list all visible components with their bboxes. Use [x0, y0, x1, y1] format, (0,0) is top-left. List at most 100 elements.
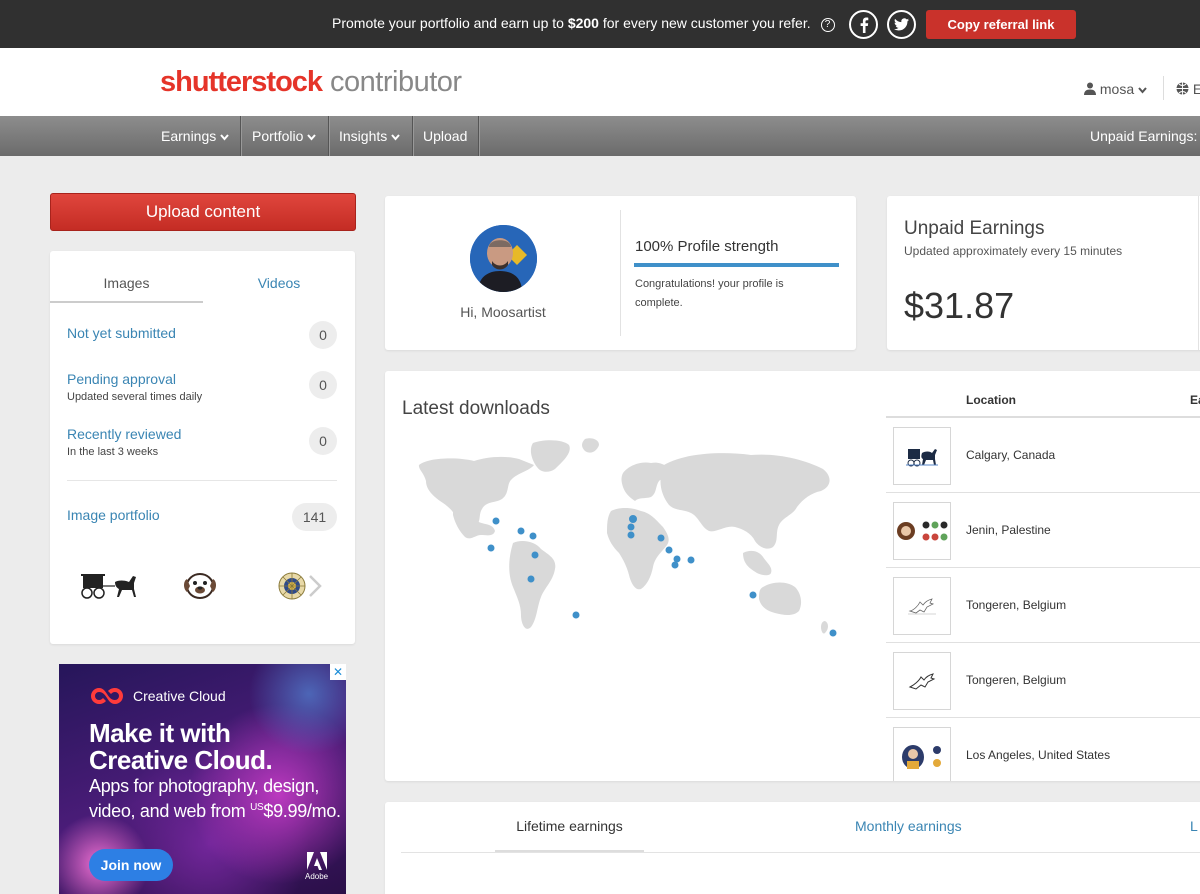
ad-price: $9.99/mo.: [263, 801, 341, 821]
pending-approval-link[interactable]: Pending approval: [67, 371, 337, 387]
tab-lifetime-earnings[interactable]: Lifetime earnings: [495, 802, 644, 853]
unpaid-divider: [1198, 196, 1199, 350]
chevron-right-icon[interactable]: [308, 574, 322, 603]
not-yet-submitted-link[interactable]: Not yet submitted: [67, 325, 337, 341]
map-dot[interactable]: [531, 551, 539, 559]
map-dot[interactable]: [572, 611, 580, 619]
profile-divider: [620, 210, 621, 336]
recently-reviewed-link[interactable]: Recently reviewed: [67, 426, 337, 442]
download-thumbnail[interactable]: [893, 652, 951, 710]
download-thumbnail[interactable]: [893, 502, 951, 560]
adobe-icon: [306, 852, 327, 870]
map-dot[interactable]: [665, 546, 673, 554]
promo-text: Promote your portfolio and earn up to $2…: [332, 15, 835, 32]
portfolio-summary-card: Images Videos Not yet submitted 0 Pendin…: [50, 251, 355, 644]
profile-strength-bar: [634, 263, 839, 267]
map-dot[interactable]: [687, 556, 695, 564]
nav-upload[interactable]: Upload: [413, 116, 479, 156]
table-row[interactable]: Tongeren, Belgium: [886, 568, 1200, 643]
profile-strength-fill: [634, 263, 839, 267]
map-dot[interactable]: [487, 544, 495, 552]
nav-portfolio[interactable]: Portfolio: [241, 116, 329, 156]
map-dot[interactable]: [529, 532, 537, 540]
map-dot[interactable]: [517, 527, 525, 535]
map-dot[interactable]: [673, 555, 681, 563]
globe-icon: [1176, 82, 1189, 95]
thumbnail-dog-face[interactable]: [180, 568, 220, 604]
tab-videos[interactable]: Videos: [203, 251, 355, 303]
nav-unpaid-earnings[interactable]: Unpaid Earnings: $: [1090, 116, 1200, 156]
nav-insights[interactable]: Insights: [329, 116, 413, 156]
download-thumbnail[interactable]: [893, 427, 951, 485]
twitter-icon[interactable]: [887, 10, 916, 39]
chevron-down-icon: [391, 134, 400, 141]
map-dot[interactable]: [671, 561, 679, 569]
map-dot[interactable]: [657, 534, 665, 542]
table-row[interactable]: Jenin, Palestine: [886, 493, 1200, 568]
map-dot[interactable]: [629, 515, 637, 523]
ad-body-prefix: video, and web from: [89, 801, 251, 821]
stat-image-portfolio: Image portfolio 141: [67, 503, 337, 531]
ad-headline: Make it with Creative Cloud.: [89, 720, 273, 775]
tab-more-earnings[interactable]: L: [1190, 802, 1198, 850]
map-dot[interactable]: [749, 591, 757, 599]
header-divider: [1163, 76, 1164, 100]
download-thumbnail[interactable]: [893, 577, 951, 635]
table-row[interactable]: Calgary, Canada: [886, 418, 1200, 493]
creative-cloud-icon: [91, 688, 123, 704]
tab-images[interactable]: Images: [50, 251, 203, 303]
map-dot[interactable]: [627, 523, 635, 531]
username: mosa: [1099, 81, 1135, 97]
table-row[interactable]: Tongeren, Belgium: [886, 643, 1200, 718]
logo-sub: contributor: [330, 66, 462, 98]
promo-amount: $200: [567, 15, 599, 31]
avatar[interactable]: [470, 225, 537, 292]
stat-recently-reviewed: Recently reviewed In the last 3 weeks 0: [67, 426, 337, 458]
recently-reviewed-sub: In the last 3 weeks: [67, 446, 159, 458]
nav-portfolio-label: Portfolio: [252, 128, 304, 144]
join-now-button[interactable]: Join now: [89, 849, 173, 881]
promo-text-after: for every new customer you refer.: [598, 15, 811, 31]
language-selector[interactable]: E: [1176, 81, 1200, 97]
ad-close-icon[interactable]: ✕: [330, 664, 346, 680]
nav-earnings[interactable]: Earnings: [150, 116, 241, 156]
ad-body-line-2: video, and web from US$9.99/mo.: [89, 797, 341, 822]
earnings-tabs-line: [401, 852, 1200, 853]
thumbnail-ornament[interactable]: [276, 568, 308, 604]
ad-headline-line-2: Creative Cloud.: [89, 745, 273, 775]
shutterstock-logo[interactable]: shutterstock contributor: [160, 66, 462, 99]
map-dot[interactable]: [492, 517, 500, 525]
map-dot[interactable]: [627, 531, 635, 539]
stat-divider: [67, 480, 337, 481]
map-dot[interactable]: [527, 575, 535, 583]
thumbnail-horse-carriage[interactable]: [80, 568, 140, 604]
question-circle-icon[interactable]: ?: [820, 18, 835, 32]
unpaid-earnings-amount: $31.87: [904, 285, 1015, 326]
table-row[interactable]: Los Angeles, United States: [886, 718, 1200, 781]
facebook-icon[interactable]: [849, 10, 878, 39]
copy-referral-link-button[interactable]: Copy referral link: [926, 10, 1076, 39]
downloads-table: Location Ea Calgary, Canada Jenin, Pales…: [886, 371, 1200, 781]
map-dot[interactable]: [829, 629, 837, 637]
download-thumbnail[interactable]: [893, 727, 951, 781]
nav-insights-label: Insights: [339, 128, 388, 144]
upload-content-button[interactable]: Upload content: [50, 193, 356, 231]
download-location: Calgary, Canada: [966, 448, 1056, 462]
portfolio-thumbnails: [80, 568, 330, 604]
language-label: E: [1192, 81, 1200, 97]
adobe-logo: Adobe: [305, 852, 328, 881]
profile-card: Hi, Moosartist 100% Profile strength Con…: [385, 196, 856, 350]
main-nav: Earnings Portfolio Insights Upload Unpai…: [0, 116, 1200, 156]
adobe-creative-cloud-ad[interactable]: ✕ Creative Cloud Make it with Creative C…: [59, 664, 346, 894]
ad-currency: US: [250, 802, 264, 813]
download-location: Jenin, Palestine: [966, 523, 1051, 537]
adobe-label: Adobe: [305, 872, 329, 881]
user-menu[interactable]: mosa: [1084, 81, 1147, 97]
download-location: Los Angeles, United States: [966, 748, 1111, 762]
tab-monthly-earnings[interactable]: Monthly earnings: [855, 802, 962, 850]
logo-main: shutterstock: [160, 66, 323, 98]
pending-approval-count: 0: [309, 371, 337, 399]
promo-text-before: Promote your portfolio and earn up to: [332, 15, 568, 31]
latest-downloads-card: Latest downloads Location E Calgary, Can…: [385, 371, 1200, 781]
column-header-earnings: Ea: [1190, 393, 1200, 407]
